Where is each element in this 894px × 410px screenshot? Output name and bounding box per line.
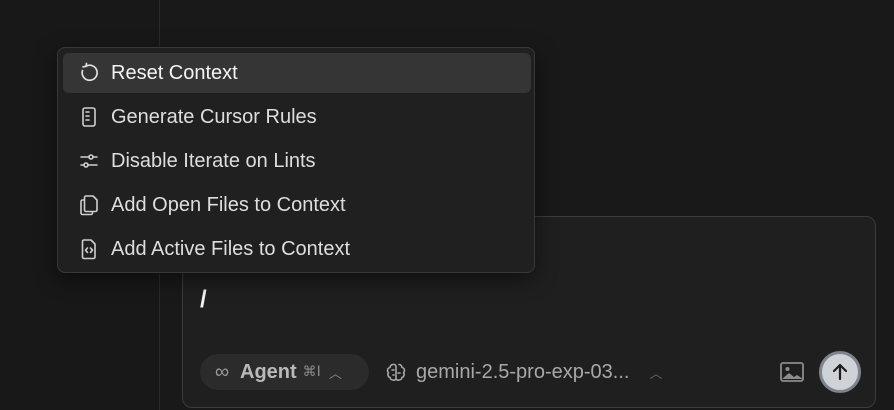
agent-mode-label: Agent [240, 360, 297, 383]
model-label: gemini-2.5-pro-exp-03... [416, 360, 630, 383]
menu-item-add-open-files[interactable]: Add Open Files to Context [63, 185, 531, 225]
agent-mode-shortcut: ⌘I [302, 364, 321, 380]
menu-item-label: Add Active Files to Context [111, 237, 351, 260]
infinity-icon: ∞ [214, 361, 230, 383]
menu-item-label: Reset Context [111, 61, 238, 84]
send-button[interactable] [819, 351, 861, 393]
image-icon[interactable] [779, 361, 805, 383]
refresh-icon [77, 61, 101, 85]
agent-mode-selector[interactable]: ∞ Agent ⌘I ︿ [200, 354, 369, 390]
composer-input[interactable]: / [200, 286, 207, 314]
model-selector[interactable]: gemini-2.5-pro-exp-03... ︿ [384, 354, 662, 390]
sliders-icon [77, 149, 101, 173]
arrow-up-icon [832, 363, 848, 381]
copy-files-icon [77, 193, 101, 217]
slash-command-menu: Reset Context Generate Cursor Rules Disa… [57, 47, 535, 273]
document-icon [77, 105, 101, 129]
chevron-up-icon: ︿ [649, 365, 663, 381]
menu-item-add-active-files[interactable]: Add Active Files to Context [63, 229, 531, 269]
brain-icon [386, 363, 406, 381]
menu-item-label: Disable Iterate on Lints [111, 149, 316, 172]
menu-item-label: Generate Cursor Rules [111, 105, 317, 128]
chevron-up-icon: ︿ [328, 365, 342, 381]
menu-item-reset-context[interactable]: Reset Context [63, 53, 531, 93]
menu-item-disable-iterate-on-lints[interactable]: Disable Iterate on Lints [63, 141, 531, 181]
menu-item-label: Add Open Files to Context [111, 193, 346, 216]
menu-item-generate-cursor-rules[interactable]: Generate Cursor Rules [63, 97, 531, 137]
code-file-icon [77, 237, 101, 261]
